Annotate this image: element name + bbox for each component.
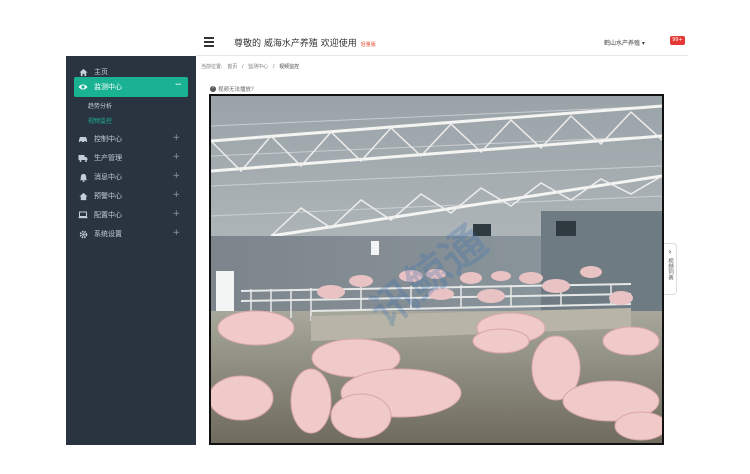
sidebar-item-label: 生产管理 (94, 154, 122, 162)
expand-icon[interactable]: + (172, 152, 180, 162)
expand-icon[interactable]: + (172, 209, 180, 219)
expand-icon[interactable]: + (172, 190, 180, 200)
sidebar-item-label: 监测中心 (94, 83, 122, 91)
expand-icon[interactable]: + (172, 133, 180, 143)
video-list-label: 视频列表 (667, 258, 673, 280)
sidebar-item-config[interactable]: 配置中心 + (66, 205, 196, 225)
top-header: 尊敬的 威海水产养殖 欢迎使用 轻量版 鹤山水产养殖 ▾ 99+ (196, 28, 688, 56)
user-menu[interactable]: 鹤山水产养殖 ▾ (604, 38, 645, 47)
sidebar-item-alerts[interactable]: 预警中心 + (66, 186, 196, 206)
chevron-right-icon: › (668, 247, 672, 256)
expand-icon[interactable]: + (172, 171, 180, 181)
sidebar-item-control[interactable]: 控制中心 + (66, 129, 196, 149)
menu-toggle-icon[interactable] (204, 37, 214, 47)
question-icon: ? (210, 86, 216, 92)
sidebar-item-label: 消息中心 (94, 173, 122, 181)
breadcrumb-current: 视频监控 (279, 64, 300, 70)
eye-icon (78, 82, 88, 92)
sidebar-item-label: 控制中心 (94, 135, 122, 143)
breadcrumb-prefix: 当前位置: (201, 64, 223, 70)
video-list-tab[interactable]: › 视频列表 (664, 243, 677, 295)
sidebar-item-settings[interactable]: 系统设置 + (66, 224, 196, 244)
gear-icon (78, 229, 88, 239)
sidebar-subitem-video[interactable]: 视频监控 (88, 116, 112, 125)
breadcrumb: 当前位置: 首页 / 监测中心 / 视频监控 (201, 63, 302, 70)
car-icon (78, 134, 88, 144)
sidebar: 主页 监测中心 − 趋势分析 视频监控 控制中心 + 生产管理 + 消息中心 + (66, 56, 196, 445)
sidebar-subitem-trend[interactable]: 趋势分析 (88, 101, 112, 110)
sidebar-item-messages[interactable]: 消息中心 + (66, 167, 196, 187)
sidebar-item-monitoring[interactable]: 监测中心 − (74, 77, 188, 97)
sidebar-item-label: 配置中心 (94, 211, 122, 219)
help-text: 视频无法播放？ (218, 87, 257, 93)
breadcrumb-separator: / (241, 64, 244, 70)
sidebar-item-label: 主页 (94, 68, 108, 76)
laptop-icon (78, 210, 88, 220)
welcome-text: 尊敬的 威海水产养殖 欢迎使用 (234, 39, 357, 49)
home-icon (78, 67, 88, 77)
breadcrumb-monitoring[interactable]: 监测中心 (248, 64, 268, 70)
breadcrumb-home[interactable]: 首页 (227, 64, 237, 70)
collapse-icon[interactable]: − (174, 80, 182, 90)
sidebar-item-label: 预警中心 (94, 192, 122, 200)
home-alert-icon (78, 191, 88, 201)
sidebar-item-production[interactable]: 生产管理 + (66, 148, 196, 168)
expand-icon[interactable]: + (172, 228, 180, 238)
notification-badge[interactable]: 99+ (670, 36, 685, 45)
truck-icon (78, 153, 88, 163)
video-frame-image: 讯鲸通 (211, 96, 662, 443)
sidebar-item-label: 系统设置 (94, 230, 122, 238)
video-feed[interactable]: 讯鲸通 (209, 94, 664, 445)
bell-icon (78, 172, 88, 182)
help-link[interactable]: ? 视频无法播放？ (210, 85, 257, 93)
welcome-title: 尊敬的 威海水产养殖 欢迎使用 轻量版 (234, 36, 376, 49)
breadcrumb-separator: / (272, 64, 275, 70)
version-tag: 轻量版 (360, 42, 376, 48)
